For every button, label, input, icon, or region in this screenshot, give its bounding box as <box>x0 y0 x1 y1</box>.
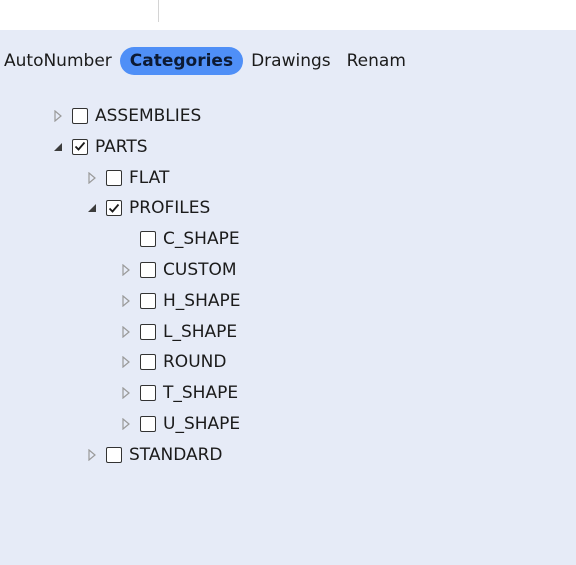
tree-item-checkbox[interactable] <box>140 262 156 278</box>
tree-item-label: PARTS <box>95 136 148 157</box>
tab-drawings[interactable]: Drawings <box>243 47 339 75</box>
tree-item-checkbox[interactable] <box>140 416 156 432</box>
tree-item-checkbox[interactable] <box>140 354 156 371</box>
tree-item-standard[interactable]: STANDARD <box>84 441 223 469</box>
tree-item-label: ROUND <box>163 352 227 373</box>
tree-item-profiles[interactable]: PROFILES <box>84 194 210 222</box>
tree-item-c-shape[interactable]: C_SHAPE <box>118 225 240 253</box>
tree-item-assemblies[interactable]: ASSEMBLIES <box>50 102 201 130</box>
expand-arrow-icon[interactable] <box>50 108 66 124</box>
tree-item-checkbox[interactable] <box>106 169 122 186</box>
tab-rename[interactable]: Renam <box>339 47 414 75</box>
top-toolbar-strip <box>0 0 576 30</box>
tree-item-label: PROFILES <box>129 198 211 219</box>
tree-item-label: FLAT <box>129 167 170 188</box>
tree-item-label: H_SHAPE <box>163 290 241 311</box>
tree-item-l-shape[interactable]: L_SHAPE <box>118 318 237 346</box>
tree-item-checkbox[interactable] <box>72 138 88 155</box>
categories-panel: AutoNumber Categories Drawings Renam ASS… <box>0 30 576 565</box>
expand-arrow-icon[interactable] <box>84 447 100 463</box>
expand-arrow-icon[interactable] <box>118 354 134 370</box>
tab-categories[interactable]: Categories <box>119 47 244 75</box>
tree-item-label: U_SHAPE <box>163 414 241 434</box>
tree-item-label: STANDARD <box>129 444 223 465</box>
tree-item-checkbox[interactable] <box>106 200 122 217</box>
expand-arrow-icon[interactable] <box>118 262 134 278</box>
tree-item-custom[interactable]: CUSTOM <box>118 256 237 284</box>
tree-item-label: L_SHAPE <box>163 321 238 342</box>
toolbar-divider <box>158 0 159 22</box>
tree-item-round[interactable]: ROUND <box>118 348 226 376</box>
tree-item-h-shape[interactable]: H_SHAPE <box>118 287 240 315</box>
tree-item-checkbox[interactable] <box>140 323 156 340</box>
expand-arrow-icon[interactable] <box>118 293 134 309</box>
collapse-arrow-icon[interactable] <box>50 139 66 155</box>
tab-autonumber[interactable]: AutoNumber <box>4 47 120 75</box>
tree-item-checkbox[interactable] <box>140 292 156 309</box>
expand-arrow-icon[interactable] <box>118 416 134 432</box>
tree-item-checkbox[interactable] <box>140 231 156 248</box>
tree-item-flat[interactable]: FLAT <box>84 164 169 192</box>
tree-item-checkbox[interactable] <box>72 108 88 124</box>
checkmark-icon <box>74 141 86 152</box>
tree-item-u-shape[interactable]: U_SHAPE <box>118 410 240 438</box>
checkmark-icon <box>108 203 120 214</box>
collapse-arrow-icon[interactable] <box>84 200 100 216</box>
tree-item-checkbox[interactable] <box>106 446 122 463</box>
tab-bar: AutoNumber Categories Drawings Renam <box>0 44 414 78</box>
tree-item-label: C_SHAPE <box>163 229 240 250</box>
tree-item-label: CUSTOM <box>163 260 237 280</box>
tree-item-label: T_SHAPE <box>163 383 239 404</box>
expand-arrow-icon[interactable] <box>118 385 134 401</box>
tree-item-parts[interactable]: PARTS <box>50 133 148 161</box>
expand-arrow-icon[interactable] <box>84 170 100 186</box>
expand-arrow-icon[interactable] <box>118 324 134 340</box>
tree-item-label: ASSEMBLIES <box>95 106 202 126</box>
tree-item-checkbox[interactable] <box>140 385 156 402</box>
tree-item-t-shape[interactable]: T_SHAPE <box>118 379 238 407</box>
